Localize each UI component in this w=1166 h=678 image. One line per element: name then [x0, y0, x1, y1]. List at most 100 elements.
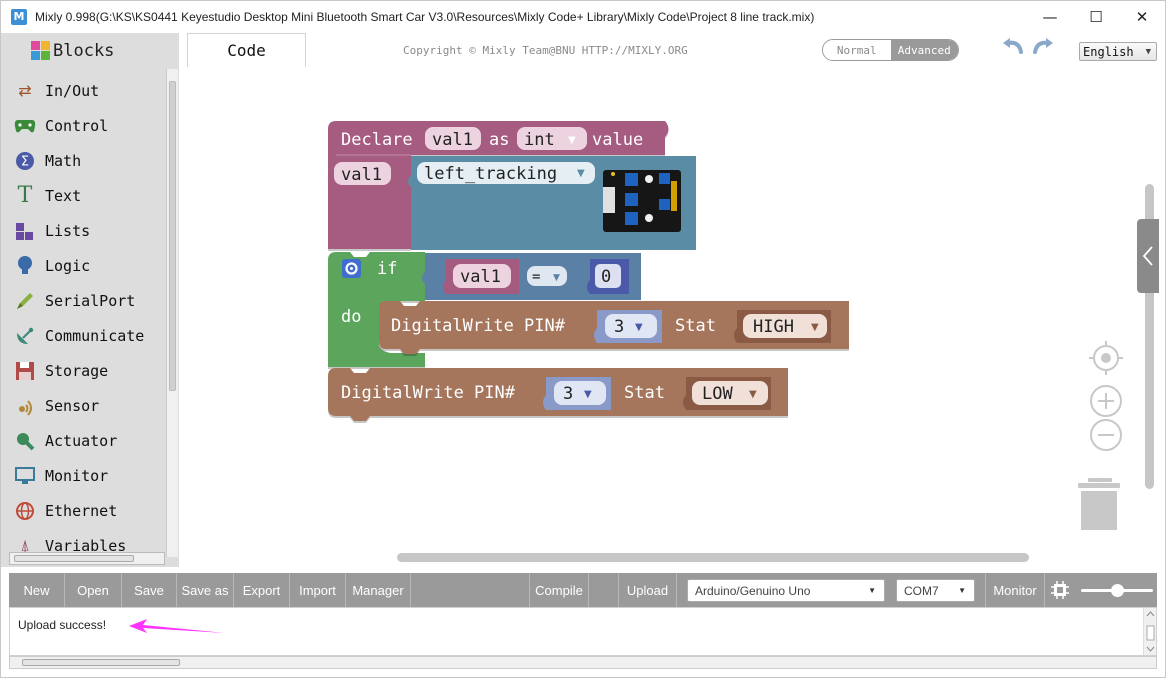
new-button[interactable]: New — [9, 573, 65, 607]
sidebar-vertical-scrollbar[interactable] — [166, 69, 178, 557]
save-button[interactable]: Save — [122, 573, 177, 607]
minimize-button[interactable]: — — [1027, 1, 1073, 32]
chip-icon[interactable] — [1049, 580, 1071, 600]
sigma-icon: Σ — [13, 150, 37, 172]
tracking-module-image — [603, 170, 681, 232]
pin-dropdown[interactable] — [554, 381, 606, 405]
category-math[interactable]: Σ Math — [1, 143, 166, 178]
category-actuator[interactable]: Actuator — [1, 423, 166, 458]
level-value: HIGH — [753, 317, 794, 337]
category-lists[interactable]: Lists — [1, 213, 166, 248]
blocks-workspace[interactable]: Declare val1 as int ▼ value val1 left_tr… — [179, 69, 1159, 567]
window-title: Mixly 0.998(G:\KS\KS0441 Keyestudio Desk… — [35, 9, 815, 24]
upload-button[interactable]: Upload — [619, 573, 677, 607]
mode-toggle[interactable]: Normal Advanced — [822, 39, 959, 61]
slider-handle[interactable] — [1111, 584, 1124, 597]
size-slider[interactable] — [1081, 584, 1153, 597]
category-label: In/Out — [45, 81, 100, 100]
manager-button[interactable]: Manager — [346, 573, 411, 607]
declare-value-label: value — [592, 130, 643, 150]
category-logic[interactable]: Logic — [1, 248, 166, 283]
output-vertical-scrollbar[interactable] — [1143, 608, 1156, 655]
pin-dropdown[interactable] — [605, 314, 657, 338]
chevron-down-icon: ▼ — [577, 168, 585, 179]
redo-icon[interactable] — [1031, 38, 1055, 58]
side-panel-toggle[interactable] — [1137, 219, 1159, 293]
chevron-down-icon: ▼ — [1145, 47, 1151, 57]
scrollbar-thumb[interactable] — [14, 555, 134, 562]
category-storage[interactable]: Storage — [1, 353, 166, 388]
output-console[interactable]: Upload success! — [9, 607, 1157, 656]
blocks-tab[interactable]: Blocks — [1, 33, 179, 69]
digitalwrite-label: DigitalWrite PIN# — [391, 316, 566, 336]
output-horizontal-scrollbar[interactable] — [9, 656, 1157, 669]
open-button[interactable]: Open — [65, 573, 122, 607]
zoom-in-icon[interactable] — [1090, 385, 1122, 417]
operator-value: = — [532, 269, 540, 285]
output-message: Upload success! — [18, 618, 107, 632]
floppy-icon — [13, 360, 37, 382]
type-value: int — [524, 130, 555, 150]
blocks-sidebar: Blocks ⇄ In/Out Control Σ Math T Text Li… — [1, 33, 179, 567]
category-ethernet[interactable]: Ethernet — [1, 493, 166, 528]
monitor-button[interactable]: Monitor — [985, 573, 1045, 607]
category-monitor[interactable]: Monitor — [1, 458, 166, 493]
category-label: Text — [45, 186, 82, 205]
sidebar-horizontal-scrollbar[interactable] — [9, 552, 165, 565]
svg-text:Σ: Σ — [21, 154, 29, 169]
category-label: Math — [45, 151, 82, 170]
globe-icon — [13, 500, 37, 522]
satellite-icon — [13, 325, 37, 347]
category-text[interactable]: T Text — [1, 178, 166, 213]
block-program[interactable]: Declare val1 as int ▼ value val1 left_tr… — [179, 69, 1159, 567]
copyright-text: Copyright © Mixly Team@BNU HTTP://MIXLY.… — [403, 44, 688, 57]
save-as-button[interactable]: Save as — [177, 573, 234, 607]
trash-icon[interactable] — [1078, 478, 1120, 530]
if-keyword: if — [377, 259, 397, 279]
category-list: ⇄ In/Out Control Σ Math T Text Lists Log… — [1, 73, 166, 563]
category-in-out[interactable]: ⇄ In/Out — [1, 73, 166, 108]
compare-block[interactable]: val1 = ▼ 0 — [422, 253, 641, 300]
board-select[interactable]: Arduino/Genuino Uno ▼ — [687, 579, 885, 602]
toolbar-spacer — [411, 573, 530, 607]
scrollbar-thumb[interactable] — [22, 659, 180, 666]
mode-normal-option[interactable]: Normal — [823, 40, 891, 60]
tab-code[interactable]: Code — [187, 33, 306, 67]
maximize-button[interactable]: ☐ — [1073, 1, 1119, 32]
pin-value: 3 — [614, 317, 624, 337]
undo-icon[interactable] — [1001, 38, 1025, 58]
digitalwrite-high-block[interactable]: DigitalWrite PIN# 3 ▼ Stat HIGH ▼ — [379, 301, 849, 354]
language-select[interactable]: English ▼ — [1079, 42, 1157, 61]
export-button[interactable]: Export — [234, 573, 290, 607]
recenter-icon[interactable] — [1089, 341, 1123, 375]
port-select[interactable]: COM7 ▼ — [896, 579, 975, 602]
category-label: Control — [45, 116, 109, 135]
zoom-out-icon[interactable] — [1090, 419, 1122, 451]
sensor-name: left_tracking — [424, 164, 557, 184]
app-window: M Mixly 0.998(G:\KS\KS0441 Keyestudio De… — [0, 0, 1166, 678]
arrow-annotation-icon — [129, 619, 225, 633]
language-value: English — [1083, 44, 1134, 59]
scrollbar-thumb[interactable] — [169, 81, 176, 391]
category-communicate[interactable]: Communicate — [1, 318, 166, 353]
port-value: COM7 — [904, 583, 939, 598]
workspace-horizontal-scrollbar[interactable] — [397, 553, 1029, 562]
close-button[interactable]: ✕ — [1119, 1, 1165, 32]
import-button[interactable]: Import — [290, 573, 346, 607]
number-value: 0 — [601, 267, 611, 287]
declare-keyword: Declare — [341, 130, 413, 150]
category-sensor[interactable]: Sensor — [1, 388, 166, 423]
signal-icon — [13, 395, 37, 417]
blocks-tab-label: Blocks — [53, 41, 115, 61]
category-serialport[interactable]: SerialPort — [1, 283, 166, 318]
level-value: LOW — [702, 384, 733, 404]
category-label: Storage — [45, 361, 109, 380]
actuator-icon — [13, 430, 37, 452]
left-tracking-sensor-block[interactable]: left_tracking ▼ — [408, 156, 696, 250]
compile-button[interactable]: Compile — [530, 573, 589, 607]
monitor-icon — [13, 465, 37, 487]
stat-label: Stat — [675, 316, 716, 336]
digitalwrite-low-block[interactable]: DigitalWrite PIN# 3 ▼ Stat LOW ▼ — [328, 368, 788, 421]
category-control[interactable]: Control — [1, 108, 166, 143]
mode-advanced-option[interactable]: Advanced — [890, 40, 958, 60]
